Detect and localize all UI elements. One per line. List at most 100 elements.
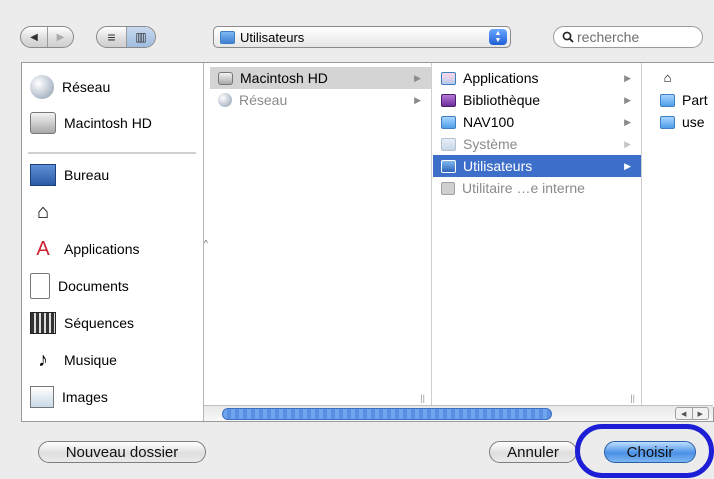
row-label: Système [463,136,518,152]
row-label: Réseau [239,92,288,108]
row-label: Macintosh HD [240,70,328,86]
film-icon [30,312,56,334]
cancel-button[interactable]: Annuler [489,441,577,463]
row-label: Bibliothèque [463,92,541,108]
sidebar-item-label: Réseau [62,79,111,95]
applications-icon: A [36,238,50,260]
network-globe-icon [218,93,232,107]
hard-disk-icon [30,112,56,134]
row-label: Part [682,92,708,108]
search-icon [562,31,574,43]
column-view-button[interactable]: ▥ [125,27,155,47]
chevron-right-icon: ▶ [624,72,631,83]
column-row-network[interactable]: Réseau ▶ [210,89,431,111]
column-resize-handle[interactable]: || [630,393,635,403]
cancel-label: Annuler [507,443,559,461]
chevron-right-icon: ▶ [624,116,631,127]
sidebar-item-pictures[interactable]: Images [30,382,108,412]
new-folder-button[interactable]: Nouveau dossier [38,441,206,463]
sidebar-item-label: Documents [58,278,129,294]
sidebar: Réseau Macintosh HD Bureau ⌂ A Applicati… [22,63,204,421]
sidebar-item-label: Musique [64,352,117,368]
hard-disk-icon [218,71,233,85]
sidebar-item-desktop[interactable]: Bureau [30,160,109,190]
forward-button[interactable]: ▶ [47,27,73,47]
browser-column-1: Macintosh HD ▶ Réseau ▶ || [210,63,432,407]
home-icon: ⌂ [663,70,672,85]
row-label: Utilisateurs [463,158,533,174]
scroll-buttons: ◀ ▶ [675,407,709,420]
location-popup[interactable]: Utilisateurs ▲ ▼ [213,26,511,48]
sidebar-item-movies[interactable]: Séquences [30,308,134,338]
chevron-right-icon: ▶ [624,138,631,149]
sidebar-item-macintosh-hd[interactable]: Macintosh HD [30,108,152,138]
row-label: Utilitaire …e interne [462,180,585,196]
column-row-home[interactable]: ⌂ [650,67,714,89]
view-segment: ≡ ▥ [96,26,156,48]
users-folder-icon [441,159,456,173]
sidebar-item-label: Images [62,389,108,405]
users-folder-icon [220,30,235,44]
horizontal-scrollbar[interactable]: ◀ ▶ [204,405,713,421]
list-view-button[interactable]: ≡ [97,27,126,47]
chevron-right-icon: ▶ [624,160,631,171]
sidebar-item-label: Bureau [64,167,110,183]
folder-icon [660,115,675,129]
column-resize-handle[interactable]: || [420,393,425,403]
sidebar-item-label: Applications [64,241,140,257]
network-globe-icon [30,75,54,99]
column-row-applications[interactable]: Applications ▶ [433,67,641,89]
back-arrow-icon: ◀ [30,31,38,43]
desktop-icon [30,164,56,186]
back-button[interactable]: ◀ [21,27,47,47]
music-icon: ♪ [38,349,48,371]
column-row-user[interactable]: use [650,111,714,133]
applications-folder-icon [441,71,456,85]
scroll-left-button[interactable]: ◀ [676,408,692,419]
row-label: use [682,114,705,130]
column-row-disk-utility[interactable]: Utilitaire …e interne [433,177,641,199]
column-view-icon: ▥ [135,30,147,44]
sidebar-item-documents[interactable]: Documents [30,271,129,301]
column-row-shared[interactable]: Part [650,89,714,111]
home-icon: ⌂ [36,201,50,223]
row-label: Applications [463,70,539,86]
folder-icon [441,115,456,129]
lock-icon [441,181,455,195]
pictures-icon [30,386,54,408]
document-icon [30,273,50,299]
chevron-right-icon: ▶ [414,72,421,83]
sidebar-item-music[interactable]: ♪ Musique [30,345,117,375]
row-label: NAV100 [463,114,515,130]
scrollbar-thumb[interactable] [222,408,552,420]
sidebar-item-applications[interactable]: A Applications [30,234,140,264]
sidebar-item-label: Macintosh HD [64,115,152,131]
system-folder-icon [441,137,456,151]
sidebar-divider [28,152,196,154]
popup-arrows-icon: ▲ ▼ [489,29,507,45]
folder-icon [660,93,675,107]
search-field[interactable]: recherche [553,26,703,48]
column-row-users[interactable]: Utilisateurs ▶ [433,155,641,177]
chevron-right-icon: ▶ [624,94,631,105]
column-row-macintosh-hd[interactable]: Macintosh HD ▶ [210,67,431,89]
browser-column-3: ⌂ Part use [650,63,714,407]
search-input[interactable]: recherche [577,29,639,45]
column-row-nav100[interactable]: NAV100 ▶ [433,111,641,133]
library-folder-icon [441,93,456,107]
new-folder-label: Nouveau dossier [65,443,179,461]
file-browser: Réseau Macintosh HD Bureau ⌂ A Applicati… [21,62,714,422]
browser-column-2: Applications ▶ Bibliothèque ▶ NAV100 ▶ S… [433,63,642,407]
annotation-highlight-ring [575,424,714,478]
sidebar-item-home[interactable]: ⌂ [30,197,64,227]
nav-segment: ◀ ▶ [20,26,74,48]
sidebar-resize-handle[interactable]: ^ [204,239,208,248]
column-row-library[interactable]: Bibliothèque ▶ [433,89,641,111]
sidebar-item-network[interactable]: Réseau [30,72,110,102]
chevron-right-icon: ▶ [414,94,421,105]
sidebar-item-label: Séquences [64,315,135,331]
list-view-icon: ≡ [107,29,116,45]
forward-arrow-icon: ▶ [56,31,65,43]
scroll-right-button[interactable]: ▶ [691,408,709,419]
column-row-system[interactable]: Système ▶ [433,133,641,155]
